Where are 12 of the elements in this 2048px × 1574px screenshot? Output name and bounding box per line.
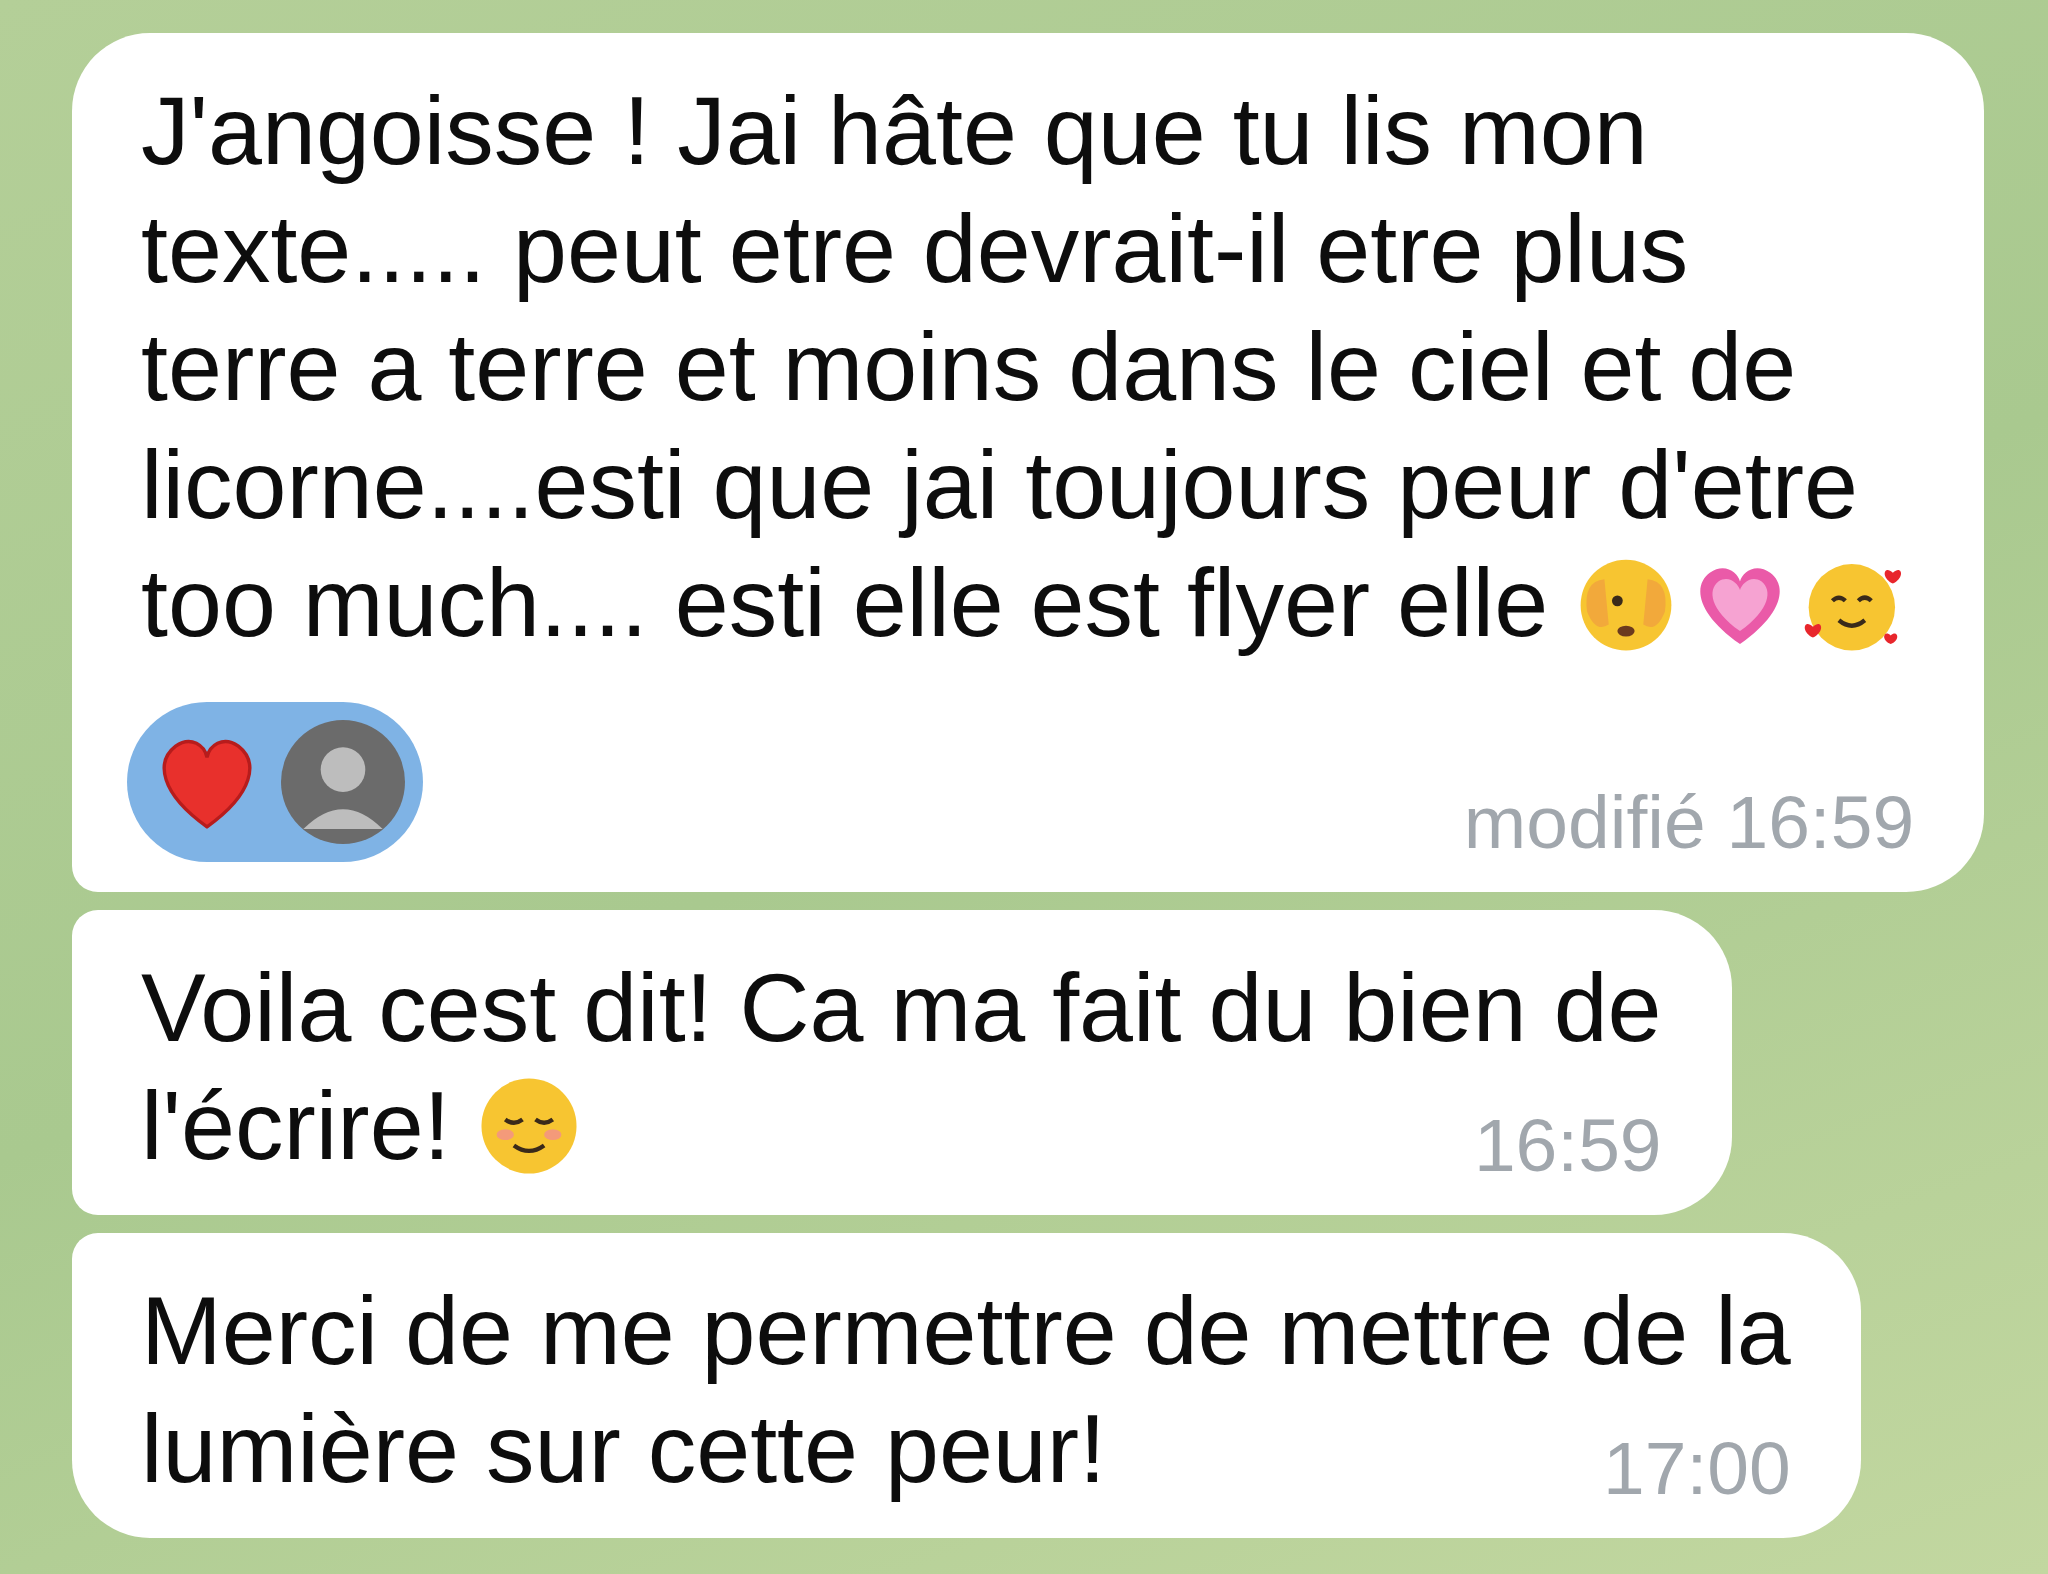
message-text: lumière sur cette peur!: [141, 1393, 1107, 1505]
message-text: J'angoisse ! Jai hâte que tu lis mon: [141, 75, 1648, 187]
message-text: Merci de me permettre de mettre de la: [141, 1275, 1791, 1387]
message-text: licorne....esti que jai toujours peur d'etre: [141, 429, 1858, 541]
message-text: texte..... peut etre devrait-il etre plus: [141, 193, 1689, 305]
message-time: 17:00: [1602, 1428, 1791, 1508]
message-text: Voila cest dit! Ca ma fait du bien de: [141, 952, 1662, 1064]
message-time: 16:59: [1472, 1105, 1662, 1185]
message-time: modifié 16:59: [1463, 782, 1915, 862]
message-text: too much.... esti elle est flyer elle: [141, 547, 1549, 659]
message-text: l'écrire!: [141, 1070, 451, 1182]
message-text: terre a terre et moins dans le ciel et de: [141, 311, 1797, 423]
